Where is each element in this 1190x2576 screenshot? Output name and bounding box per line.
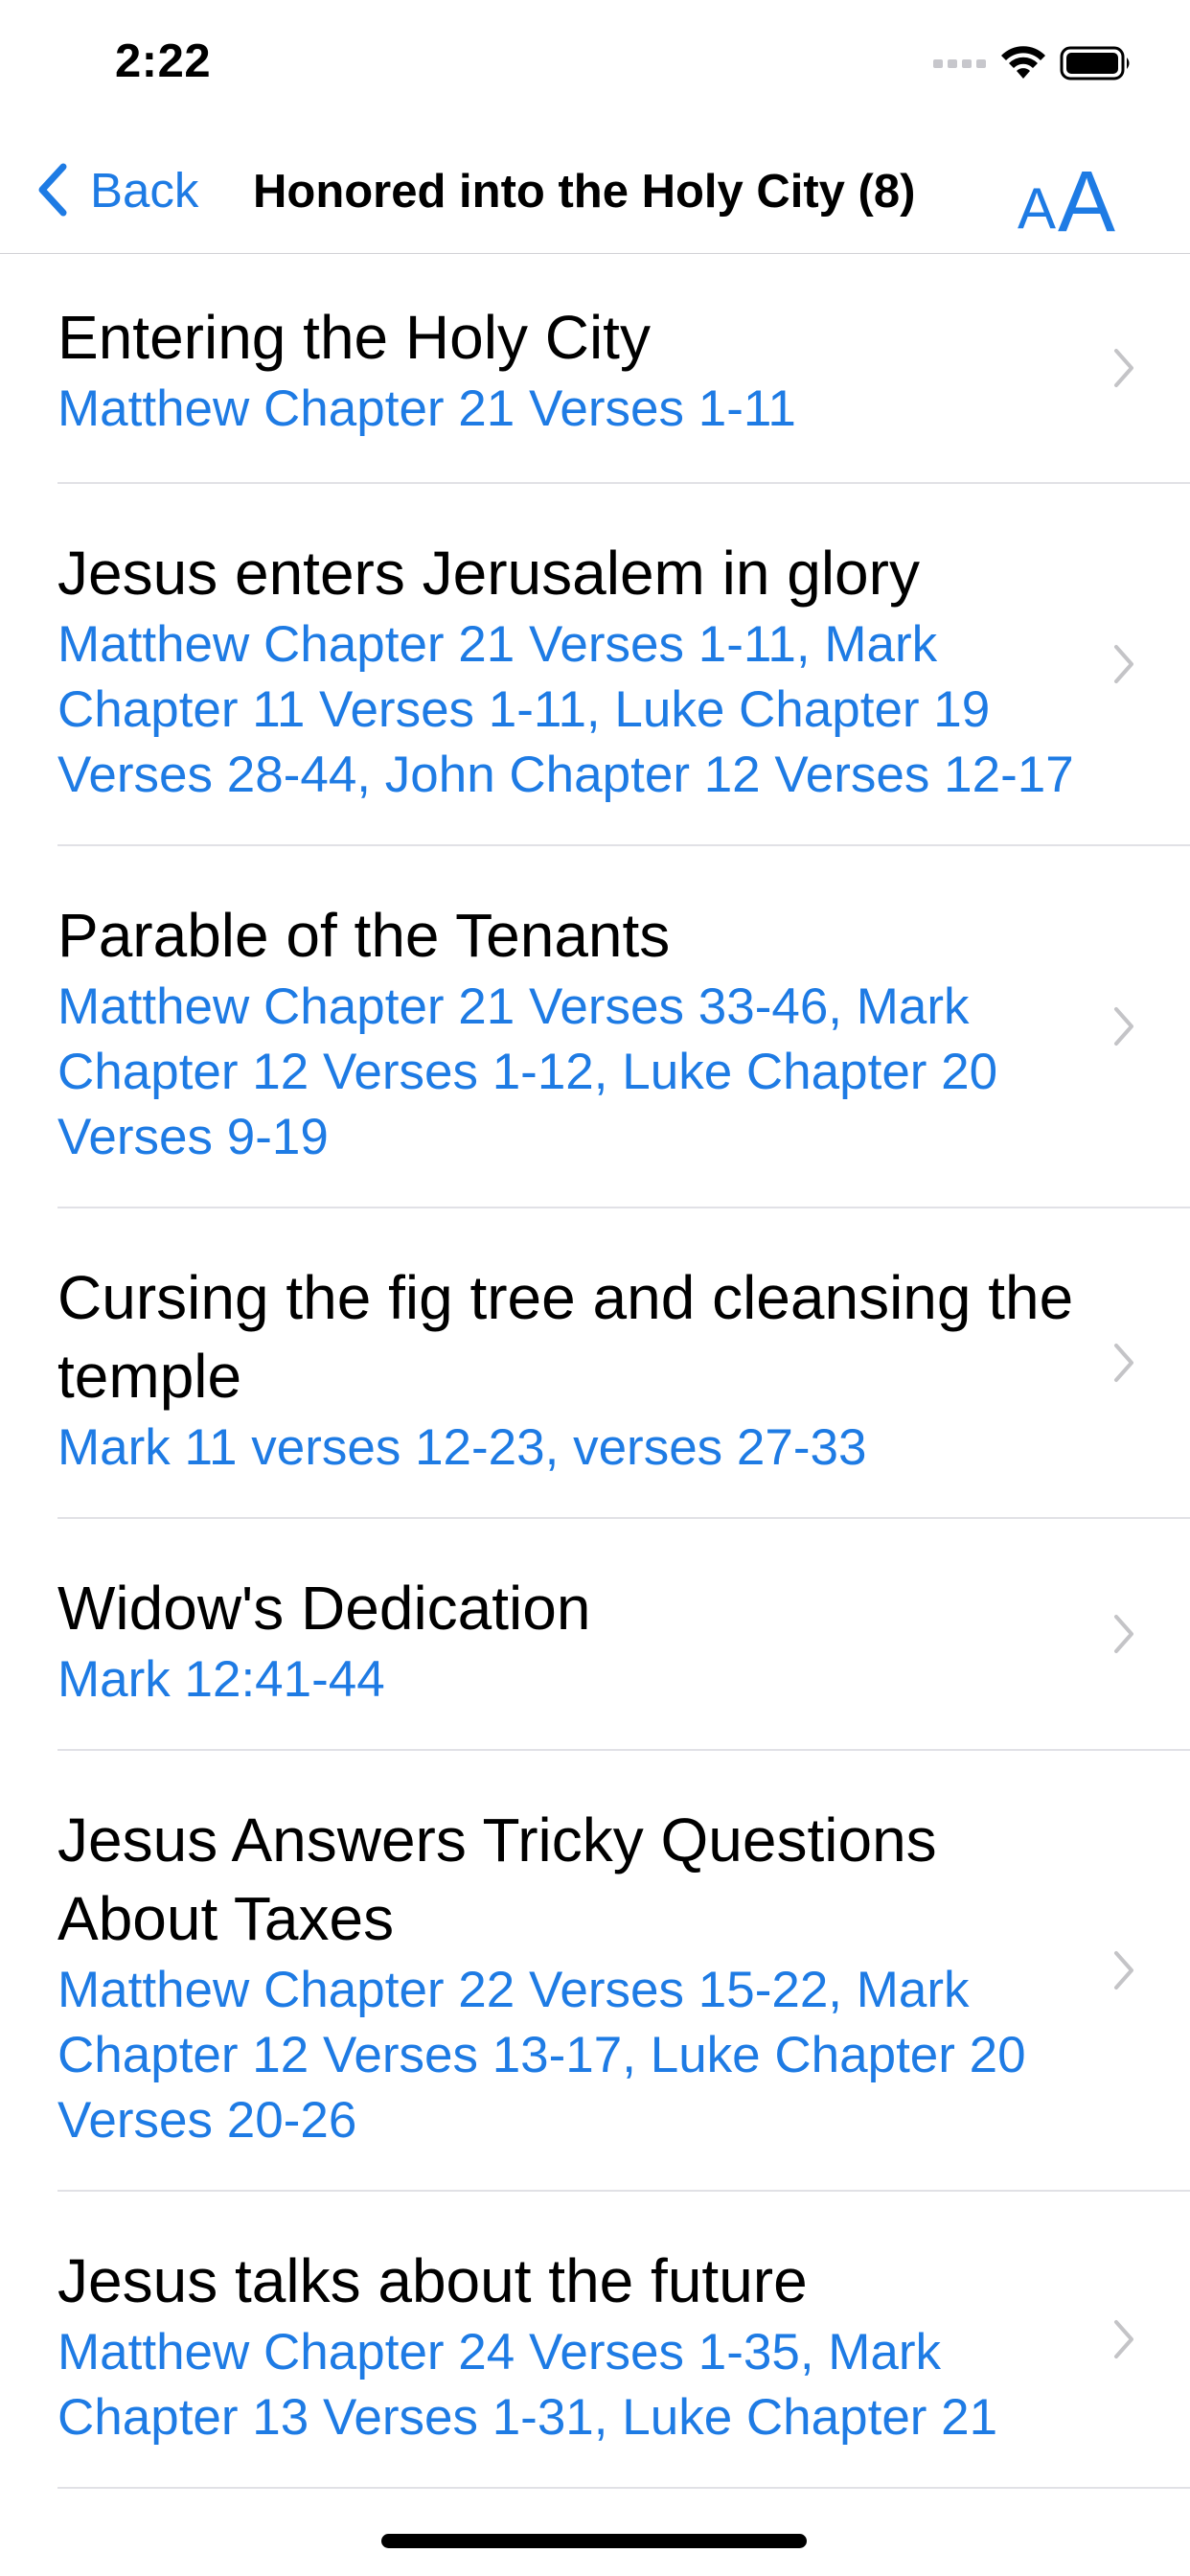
home-indicator[interactable] (381, 2534, 807, 2548)
status-bar: 2:22 (0, 0, 1190, 126)
topic-list: Entering the Holy City Matthew Chapter 2… (0, 254, 1190, 2489)
battery-icon (1060, 46, 1130, 80)
navigation-bar: Back Honored into the Holy City (8) A A (0, 126, 1190, 254)
chevron-right-icon (1114, 2320, 1133, 2358)
font-size-large-glyph: A (1058, 154, 1116, 250)
list-item[interactable]: Jesus talks about the future Matthew Cha… (57, 2192, 1190, 2489)
item-references: Matthew Chapter 22 Verses 15-22, Mark Ch… (57, 1962, 1026, 2149)
chevron-right-icon (1114, 645, 1133, 683)
item-title: Parable of the Tenants (57, 901, 671, 970)
chevron-right-icon (1114, 1951, 1133, 1990)
list-item[interactable]: Parable of the Tenants Matthew Chapter 2… (57, 846, 1190, 1208)
list-item[interactable]: Jesus enters Jerusalem in glory Matthew … (57, 484, 1190, 846)
item-title: Jesus talks about the future (57, 2246, 808, 2315)
item-title: Cursing the fig tree and cleansing the t… (57, 1263, 1074, 1411)
item-references: Mark 12:41-44 (57, 1651, 385, 1708)
back-button[interactable]: Back (34, 159, 198, 220)
status-time: 2:22 (115, 35, 212, 87)
item-references: Matthew Chapter 21 Verses 33-46, Mark Ch… (57, 978, 998, 1165)
item-references: Matthew Chapter 21 Verses 1-11, Mark Cha… (57, 616, 1074, 803)
item-title: Entering the Holy City (57, 303, 651, 372)
chevron-right-icon (1114, 1007, 1133, 1046)
item-title: Widow's Dedication (57, 1574, 591, 1643)
font-size-small-glyph: A (1018, 176, 1057, 241)
list-item[interactable]: Entering the Holy City Matthew Chapter 2… (57, 254, 1190, 484)
chevron-right-icon (1114, 1615, 1133, 1653)
list-item[interactable]: Jesus Answers Tricky Questions About Tax… (57, 1751, 1190, 2192)
font-size-button[interactable]: A A (1018, 148, 1116, 250)
item-references: Matthew Chapter 24 Verses 1-35, Mark Cha… (57, 2324, 998, 2446)
item-references: Mark 11 verses 12-23, verses 27-33 (57, 1419, 867, 1476)
item-references: Matthew Chapter 21 Verses 1-11 (57, 380, 796, 437)
back-label: Back (90, 162, 199, 218)
item-title: Jesus Answers Tricky Questions About Tax… (57, 1806, 937, 1953)
list-item[interactable]: Widow's Dedication Mark 12:41-44 (57, 1519, 1190, 1751)
wifi-icon (1001, 46, 1045, 79)
signal-icon (933, 59, 986, 68)
page-title: Honored into the Holy City (8) (253, 166, 916, 218)
list-item[interactable]: Cursing the fig tree and cleansing the t… (57, 1208, 1190, 1519)
chevron-right-icon (1114, 1344, 1133, 1382)
status-icons (933, 44, 1133, 82)
chevron-left-icon (38, 163, 67, 217)
item-title: Jesus enters Jerusalem in glory (57, 539, 920, 608)
chevron-right-icon (1114, 349, 1133, 387)
